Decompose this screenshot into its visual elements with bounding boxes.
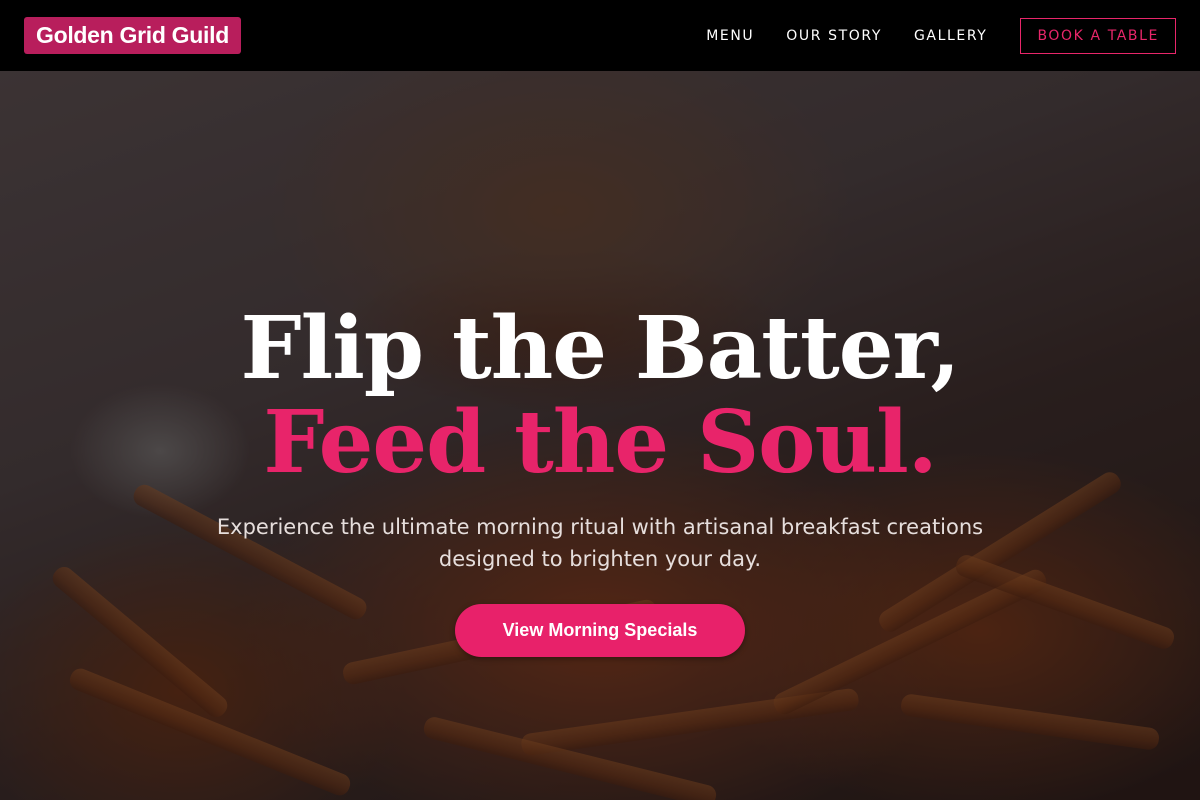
book-a-table-button[interactable]: BOOK A TABLE <box>1020 17 1176 54</box>
hero-subtitle: Experience the ultimate morning ritual w… <box>216 515 984 571</box>
hero-section: Flip the Batter, Feed the Soul. Experien… <box>0 71 1200 800</box>
view-morning-specials-button[interactable]: View Morning Specials <box>455 604 745 657</box>
main-nav: MENU OUR STORY GALLERY BOOK A TABLE <box>706 17 1176 54</box>
hero-content: Flip the Batter, Feed the Soul. Experien… <box>0 71 1200 800</box>
brand-logo[interactable]: Golden Grid Guild <box>24 17 241 54</box>
nav-gallery-link[interactable]: GALLERY <box>914 28 987 44</box>
nav-our-story-link[interactable]: OUR STORY <box>786 28 882 44</box>
hero-headline-line1: Flip the Batter, <box>240 298 961 399</box>
site-header: Golden Grid Guild MENU OUR STORY GALLERY… <box>0 0 1200 71</box>
hero-headline-line2: Feed the Soul. <box>263 392 937 493</box>
nav-menu-link[interactable]: MENU <box>706 28 754 44</box>
